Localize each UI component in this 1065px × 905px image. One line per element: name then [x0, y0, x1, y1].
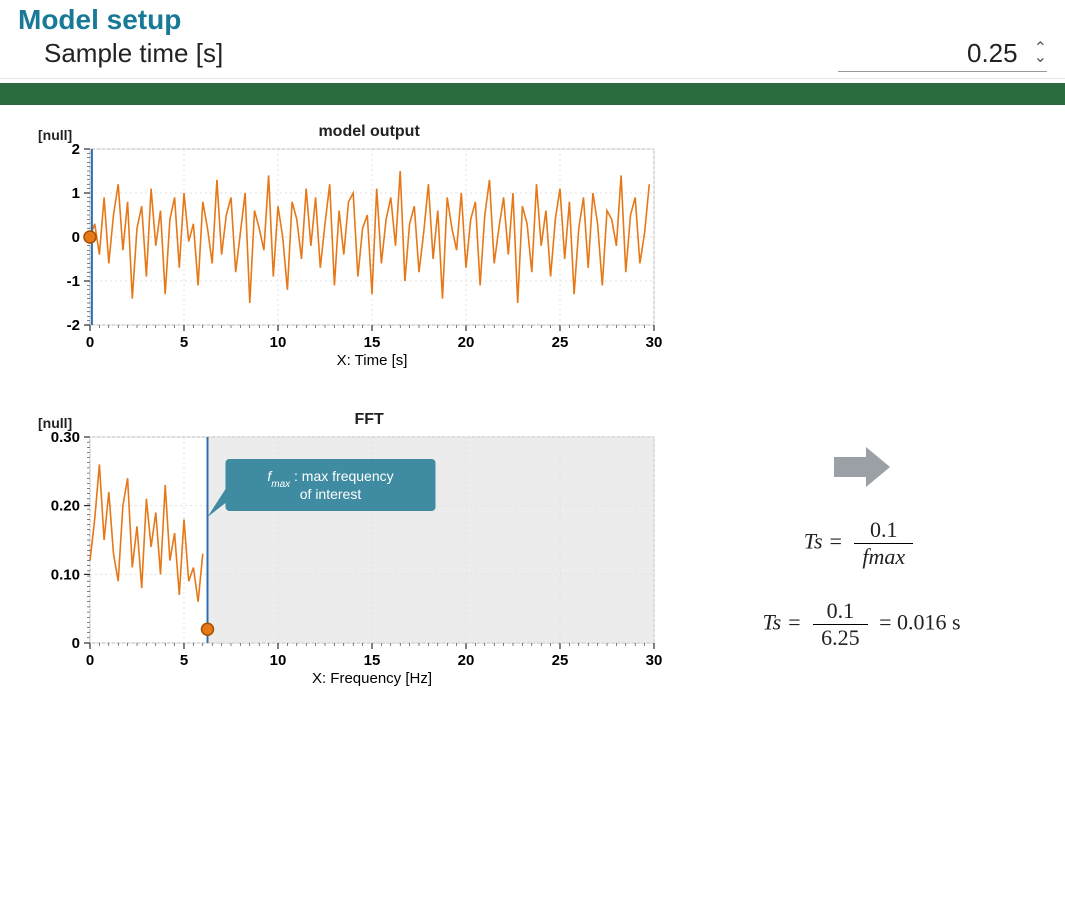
sample-time-row: Sample time [s] 0.25 ⌃ ⌄ — [18, 38, 1047, 72]
svg-text:15: 15 — [364, 652, 381, 669]
svg-text:10: 10 — [270, 652, 287, 669]
svg-text:of interest: of interest — [300, 486, 362, 502]
svg-text:0.10: 0.10 — [51, 566, 80, 583]
svg-text:5: 5 — [180, 334, 188, 351]
svg-text:-1: -1 — [67, 273, 80, 290]
svg-text:30: 30 — [646, 334, 663, 351]
formula-group: Ts = 0.1 fmax Ts = 0.1 6.25 = 0.016 s — [762, 517, 960, 651]
svg-text:1: 1 — [72, 185, 80, 202]
svg-text:-2: -2 — [67, 317, 80, 334]
chart1-title: model output — [72, 123, 666, 141]
sample-time-stepper[interactable]: 0.25 ⌃ ⌄ — [838, 38, 1047, 72]
chart2-title: FFT — [72, 411, 666, 429]
svg-text:20: 20 — [458, 334, 475, 351]
formula-1: Ts = 0.1 fmax — [804, 517, 919, 570]
formula-2: Ts = 0.1 6.25 = 0.016 s — [762, 598, 960, 651]
chevron-down-icon[interactable]: ⌄ — [1034, 54, 1047, 63]
divider-bar — [0, 83, 1065, 105]
page-title: Model setup — [18, 4, 1047, 36]
svg-text:5: 5 — [180, 652, 188, 669]
chart1-yunit: [null] — [38, 127, 72, 143]
arrow-right-icon — [832, 443, 892, 491]
header-panel: Model setup Sample time [s] 0.25 ⌃ ⌄ — [0, 0, 1065, 79]
svg-text:0: 0 — [72, 635, 80, 652]
stepper-arrows[interactable]: ⌃ ⌄ — [1034, 45, 1047, 63]
sample-time-label: Sample time [s] — [44, 38, 223, 69]
svg-text:0.20: 0.20 — [51, 498, 80, 515]
chart2-yunit: [null] — [38, 415, 72, 431]
svg-text:25: 25 — [552, 334, 569, 351]
svg-text:15: 15 — [364, 334, 381, 351]
svg-text:0: 0 — [72, 229, 80, 246]
chart-model-output: [null] model output 0 5 10 15 20 25 30 -2 -1 0 1 2 X… — [26, 123, 666, 373]
charts-column: [null] model output 0 5 10 15 20 25 30 -2 -1 0 1 2 X… — [26, 123, 666, 691]
svg-text:20: 20 — [458, 652, 475, 669]
chart2-svg: 0 5 10 15 20 25 30 0 0.10 0.20 0.30 X: Frequency [H… — [26, 431, 666, 691]
svg-text:0: 0 — [86, 334, 94, 351]
svg-text:10: 10 — [270, 334, 287, 351]
main-content: [null] model output 0 5 10 15 20 25 30 -2 -1 0 1 2 X… — [0, 123, 1065, 711]
chart-fft: [null] FFT 0 5 10 15 20 25 30 0 0.10 0.20 0.30 X: F… — [26, 411, 666, 691]
side-column: Ts = 0.1 fmax Ts = 0.1 6.25 = 0.016 s — [684, 123, 1039, 651]
svg-text:X: Time [s]: X: Time [s] — [337, 352, 408, 369]
svg-text:30: 30 — [646, 652, 663, 669]
sample-time-value[interactable]: 0.25 — [838, 38, 1018, 69]
svg-text:25: 25 — [552, 652, 569, 669]
chart1-svg: 0 5 10 15 20 25 30 -2 -1 0 1 2 X: Time [s] — [26, 143, 666, 373]
svg-text:0: 0 — [86, 652, 94, 669]
svg-text:2: 2 — [72, 143, 80, 158]
svg-text:0.30: 0.30 — [51, 431, 80, 446]
svg-text:X: Frequency [Hz]: X: Frequency [Hz] — [312, 670, 432, 687]
